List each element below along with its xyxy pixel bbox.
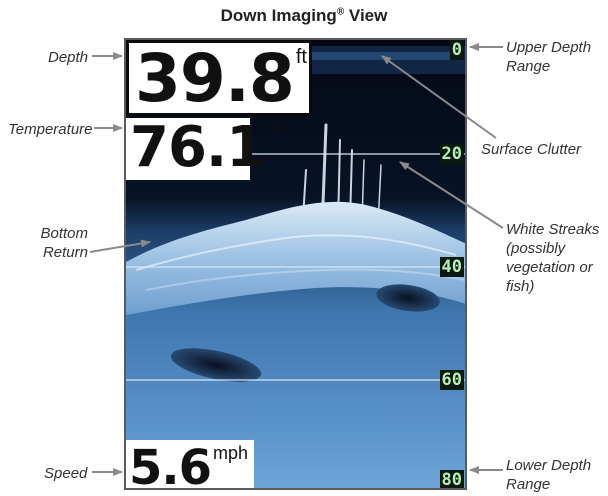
arrow-surface-clutter — [381, 55, 497, 139]
arrow-white-streaks — [399, 161, 504, 229]
callout-arrows — [89, 43, 504, 476]
arrow-bottom-return — [89, 239, 151, 253]
